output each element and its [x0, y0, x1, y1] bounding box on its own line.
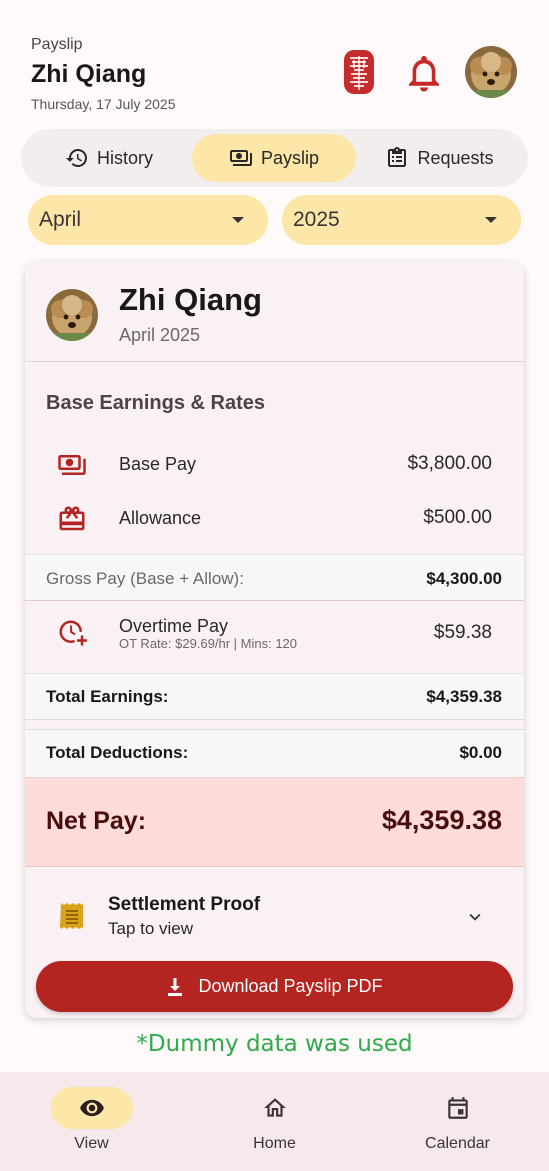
- nav-indicator: [417, 1087, 499, 1129]
- year-value: 2025: [293, 208, 340, 231]
- month-select[interactable]: April: [28, 195, 268, 245]
- month-value: April: [39, 208, 82, 231]
- allowance-value: $500.00: [423, 507, 492, 528]
- base-pay-label: Base Pay: [119, 454, 197, 474]
- payments-icon: [229, 150, 252, 166]
- dropdown-arrow-icon: [232, 217, 244, 223]
- dropdown-arrow-icon: [485, 217, 497, 223]
- settlement-subtitle: Tap to view: [108, 919, 194, 938]
- nav-label: View: [74, 1135, 109, 1152]
- bottom-nav: View Home Calendar: [0, 1072, 549, 1171]
- section-title: Base Earnings & Rates: [46, 392, 265, 414]
- tab-label: Payslip: [260, 147, 320, 168]
- total-earnings-row: Total Earnings: $4,359.38: [25, 673, 524, 720]
- base-pay-value: $3,800.00: [407, 453, 492, 474]
- receipt-icon: [60, 903, 83, 929]
- allowance-label: Allowance: [119, 508, 202, 528]
- gross-pay-row: Gross Pay (Base + Allow): $4,300.00: [25, 554, 524, 601]
- overtime-value: $59.38: [433, 622, 492, 643]
- nav-indicator: [50, 1087, 133, 1129]
- net-pay-value: $4,359.38: [381, 805, 502, 835]
- net-pay-label: Net Pay:: [46, 807, 147, 835]
- tab-bar: History Payslip Requests: [21, 129, 528, 187]
- gross-pay-value: $4,300.00: [426, 569, 502, 588]
- gross-pay-label: Gross Pay (Base + Allow):: [46, 569, 244, 588]
- total-deductions-value: $0.00: [459, 743, 502, 762]
- page-title: Zhi Qiang: [31, 60, 147, 88]
- nav-view[interactable]: View: [0, 1072, 183, 1171]
- nav-indicator: [234, 1087, 316, 1129]
- history-icon: [65, 149, 87, 167]
- settlement-title: Settlement Proof: [108, 894, 261, 915]
- pay-period: April 2025: [119, 325, 201, 345]
- page-kicker: Payslip: [31, 36, 83, 53]
- tab-history[interactable]: History: [27, 134, 191, 182]
- nav-label: Home: [253, 1135, 296, 1152]
- tab-payslip[interactable]: Payslip: [192, 134, 356, 182]
- settlement-proof-toggle[interactable]: Settlement Proof Tap to view: [25, 868, 524, 956]
- year-select[interactable]: 2025: [282, 195, 521, 245]
- total-earnings-value: $4,359.38: [426, 687, 502, 706]
- gift-icon: [59, 506, 85, 531]
- tab-requests[interactable]: Requests: [357, 134, 522, 182]
- net-pay-row: Net Pay: $4,359.38: [25, 778, 524, 867]
- payslip-card: Zhi Qiang April 2025 Base Earnings & Rat…: [25, 262, 524, 1018]
- tab-label: History: [96, 147, 153, 168]
- tab-label: Requests: [417, 147, 494, 168]
- header: Payslip Zhi Qiang Thursday, 17 July 2025: [0, 0, 549, 125]
- employee-avatar: [46, 289, 98, 341]
- avatar[interactable]: [465, 46, 517, 98]
- download-icon: [168, 977, 183, 996]
- overtime-rate: OT Rate: $29.69/hr | Mins: 120: [119, 636, 298, 651]
- employee-name: Zhi Qiang: [119, 282, 262, 317]
- clock-add-icon: [59, 620, 87, 646]
- divider: [25, 361, 524, 362]
- nav-home[interactable]: Home: [183, 1072, 366, 1171]
- eye-icon: [79, 1099, 104, 1117]
- dummy-data-note: *Dummy data was used: [136, 1031, 413, 1057]
- bell-icon[interactable]: [404, 52, 444, 94]
- current-date: Thursday, 17 July 2025: [31, 96, 176, 112]
- nav-label: Calendar: [425, 1135, 490, 1152]
- payments-icon: [58, 455, 86, 475]
- download-label: Download Payslip PDF: [198, 976, 383, 996]
- seal-logo: [344, 50, 374, 94]
- overtime-label: Overtime Pay: [119, 616, 229, 636]
- total-deductions-label: Total Deductions:: [46, 743, 189, 762]
- calendar-icon: [447, 1097, 468, 1119]
- chevron-down-icon: [469, 913, 481, 921]
- total-deductions-row: Total Deductions: $0.00: [25, 729, 524, 778]
- home-icon: [263, 1098, 286, 1117]
- nav-calendar[interactable]: Calendar: [366, 1072, 549, 1171]
- download-pdf-button[interactable]: Download Payslip PDF: [36, 961, 513, 1012]
- total-earnings-label: Total Earnings:: [46, 687, 169, 706]
- clipboard-icon: [388, 147, 407, 167]
